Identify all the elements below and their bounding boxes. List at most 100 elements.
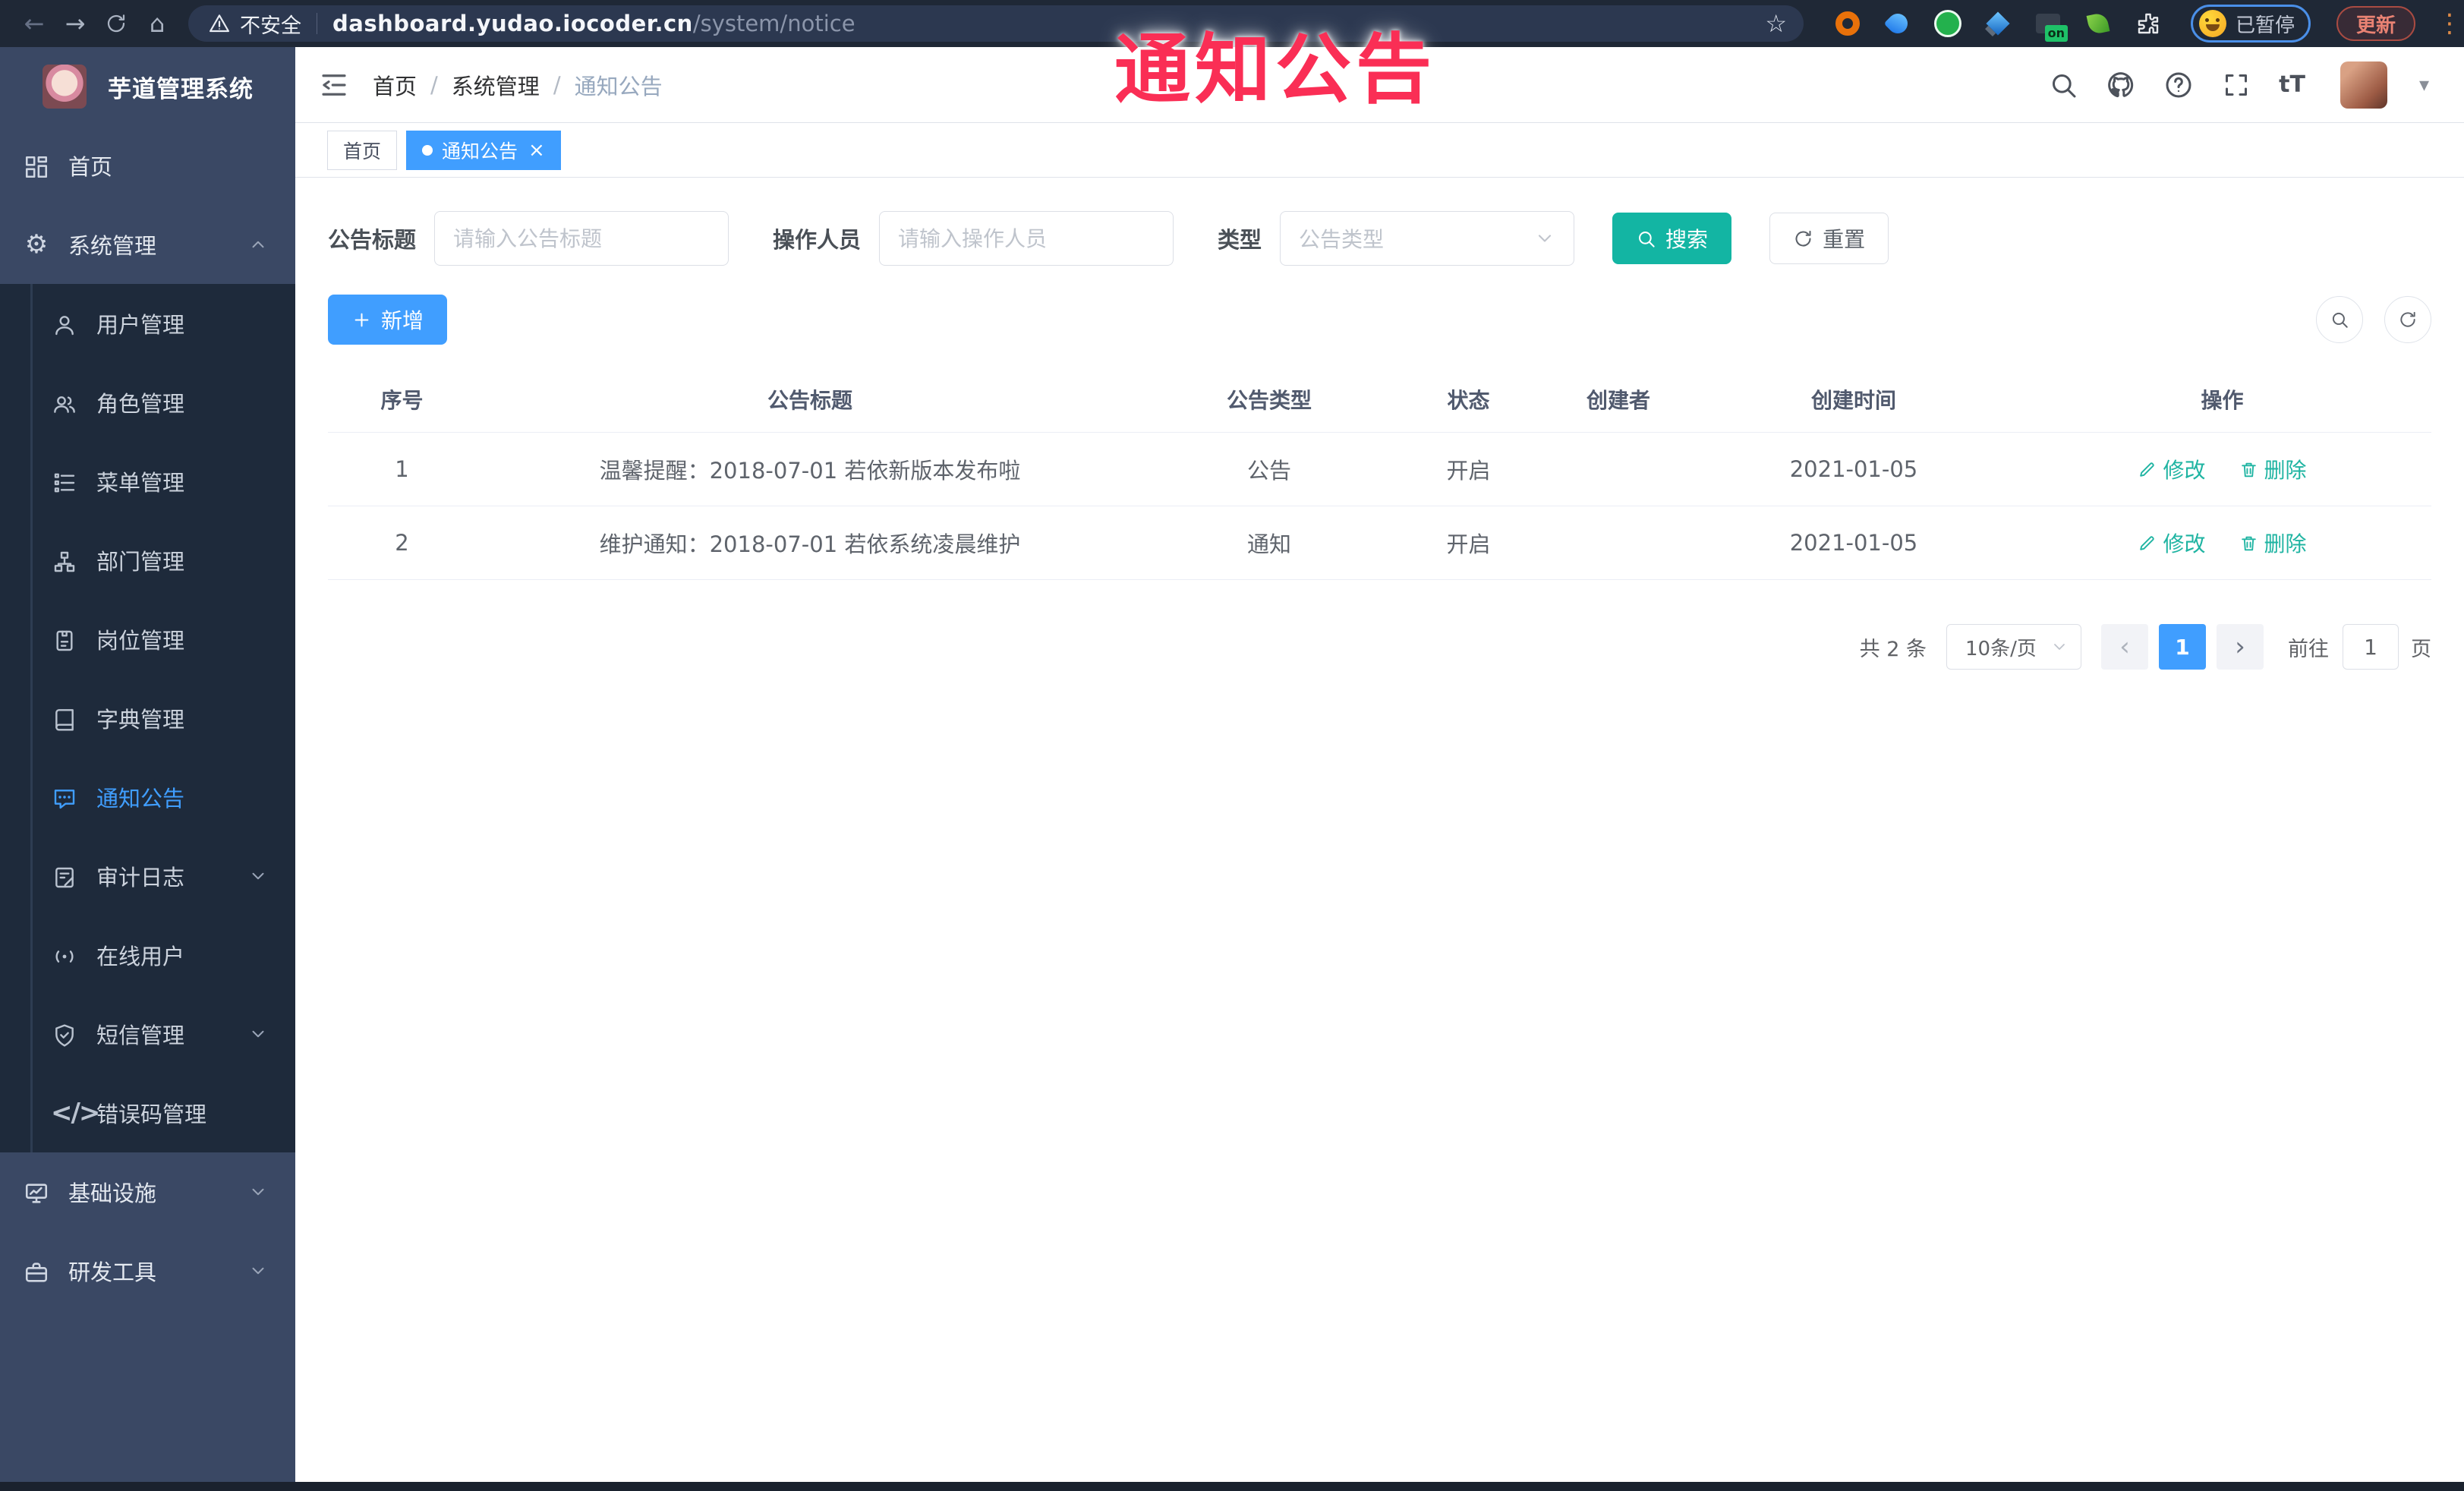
window-bottom-edge <box>0 1482 2464 1491</box>
sidebar-item-depts[interactable]: 部门管理 <box>0 521 295 600</box>
main-area: 首页 / 系统管理 / 通知公告 tT ▾ 首页 通知公告 × 公告标题 请输入… <box>295 47 2464 1482</box>
page-unit-label: 页 <box>2411 637 2431 661</box>
edit-link[interactable]: 修改 <box>2138 528 2206 558</box>
search-button-label: 搜索 <box>1665 227 1709 252</box>
tab-home[interactable]: 首页 <box>327 130 398 170</box>
add-button[interactable]: 新增 <box>328 295 448 345</box>
browser-forward-icon[interactable]: → <box>58 6 93 41</box>
font-size-icon[interactable]: tT <box>2279 71 2305 98</box>
type-filter-select[interactable]: 公告类型 <box>1280 211 1575 266</box>
extension-switch-icon[interactable]: on <box>2033 8 2068 42</box>
browser-update-button[interactable]: 更新 <box>2336 6 2416 41</box>
help-icon[interactable] <box>2163 70 2194 100</box>
address-bar[interactable]: 不安全 dashboard.yudao.iocoder.cn/system/no… <box>188 5 1804 42</box>
title-filter-label: 公告标题 <box>328 227 417 253</box>
extension-drop-icon[interactable] <box>1883 8 1913 39</box>
sidebar-item-online-users[interactable]: 在线用户 <box>0 916 295 995</box>
browser-profile-chip[interactable]: 已暂停 <box>2191 5 2311 43</box>
sidebar-item-sms[interactable]: 短信管理 <box>0 995 295 1073</box>
cell-title: 温馨提醒：2018-07-01 若依新版本发布啦 <box>599 458 1021 484</box>
sidebar-item-home[interactable]: 首页 <box>0 126 295 205</box>
breadcrumb-home[interactable]: 首页 <box>373 69 417 101</box>
online-radar-icon <box>51 941 78 969</box>
sidebar-item-system[interactable]: ⚙ 系统管理 <box>0 205 295 284</box>
operator-filter-input[interactable] <box>879 211 1174 266</box>
sidebar-item-dict[interactable]: 字典管理 <box>0 679 295 758</box>
github-icon[interactable] <box>2106 70 2136 100</box>
sidebar-fold-icon[interactable] <box>318 69 350 101</box>
toggle-search-button[interactable] <box>2316 296 2363 343</box>
col-header: 操作 <box>2201 387 2244 413</box>
pagination-total: 共 2 条 <box>1859 637 1927 661</box>
sidebar-item-menus[interactable]: 菜单管理 <box>0 442 295 521</box>
current-page-button[interactable]: 1 <box>2159 624 2206 670</box>
search-button[interactable]: 搜索 <box>1612 213 1732 264</box>
sidebar-item-dev-tools[interactable]: 研发工具 <box>0 1231 295 1310</box>
next-page-button[interactable]: › <box>2217 624 2264 670</box>
cell-created: 2021-01-05 <box>1789 456 1918 482</box>
url-host: dashboard.yudao.iocoder.cn <box>332 11 693 36</box>
caret-down-icon[interactable]: ▾ <box>2419 74 2429 96</box>
col-header: 序号 <box>380 387 424 413</box>
trash-icon <box>2241 462 2256 477</box>
extensions-puzzle-icon[interactable] <box>2133 8 2163 39</box>
toolbox-icon <box>23 1257 50 1285</box>
table-row: 1 温馨提醒：2018-07-01 若依新版本发布啦 公告 开启 2021-01… <box>328 433 2431 506</box>
browser-home-icon[interactable]: ⌂ <box>140 6 175 41</box>
sidebar-item-audit-log[interactable]: 审计日志 <box>0 837 295 916</box>
sidebar-item-label: 研发工具 <box>68 1259 157 1285</box>
close-icon[interactable]: × <box>528 140 545 160</box>
sidebar-item-infrastructure[interactable]: 基础设施 <box>0 1152 295 1231</box>
cell-type: 公告 <box>1246 458 1291 484</box>
sidebar-item-label: 在线用户 <box>96 944 185 969</box>
pagination: 共 2 条 10条/页 ‹ 1 › 前往 页 <box>328 624 2431 670</box>
col-header: 公告类型 <box>1226 387 1312 413</box>
sidebar-item-label: 审计日志 <box>96 865 185 891</box>
search-icon[interactable] <box>2048 70 2078 100</box>
edit-link[interactable]: 修改 <box>2138 454 2206 484</box>
search-icon <box>2332 312 2348 328</box>
dict-book-icon <box>51 705 78 732</box>
page-size-select[interactable]: 10条/页 <box>1946 624 2081 670</box>
delete-link[interactable]: 删除 <box>2239 528 2307 558</box>
bookmark-star-icon[interactable]: ☆ <box>1765 9 1787 38</box>
breadcrumb-separator: / <box>430 71 438 98</box>
user-avatar[interactable] <box>2340 61 2387 109</box>
profile-emoji-icon <box>2199 10 2226 37</box>
profile-status-label: 已暂停 <box>2236 14 2295 37</box>
submenu-indent-line <box>30 284 33 1152</box>
title-filter-input[interactable] <box>434 211 729 266</box>
prev-page-button[interactable]: ‹ <box>2101 624 2148 670</box>
breadcrumb-system[interactable]: 系统管理 <box>452 69 540 101</box>
extension-orange-icon[interactable] <box>1832 8 1863 39</box>
tab-notice[interactable]: 通知公告 × <box>406 130 561 170</box>
delete-link-label: 删除 <box>2264 531 2307 556</box>
delete-link[interactable]: 删除 <box>2239 454 2307 484</box>
breadcrumb: 首页 / 系统管理 / 通知公告 <box>373 69 663 101</box>
message-icon <box>51 783 78 811</box>
refresh-table-button[interactable] <box>2384 296 2431 343</box>
reset-button[interactable]: 重置 <box>1769 213 1889 264</box>
chevron-down-icon <box>252 1188 264 1196</box>
fullscreen-icon[interactable] <box>2221 70 2251 100</box>
table-row: 2 维护通知：2018-07-01 若依系统凌晨维护 通知 开启 2021-01… <box>328 506 2431 580</box>
app-logo-bar[interactable]: 芋道管理系统 <box>0 47 295 126</box>
sidebar-item-roles[interactable]: 角色管理 <box>0 363 295 442</box>
browser-reload-icon[interactable] <box>99 6 134 41</box>
sidebar: 芋道管理系统 首页 ⚙ 系统管理 用户管理 角色管理 菜单管理 部门管理 岗位管… <box>0 47 295 1482</box>
sidebar-item-error-codes[interactable]: </> 错误码管理 <box>0 1073 295 1152</box>
browser-menu-kebab-icon[interactable]: ⋮ <box>2437 8 2462 39</box>
badge-icon <box>51 626 78 653</box>
goto-page-input[interactable] <box>2343 624 2399 670</box>
extension-leaf-icon[interactable] <box>2083 8 2113 39</box>
cell-no: 2 <box>395 530 409 556</box>
browser-back-icon[interactable]: ← <box>17 6 52 41</box>
sidebar-item-posts[interactable]: 岗位管理 <box>0 600 295 679</box>
extension-diamond-icon[interactable] <box>1983 8 2013 39</box>
cell-created: 2021-01-05 <box>1789 530 1918 556</box>
type-filter-label: 类型 <box>1218 227 1262 253</box>
sidebar-item-users[interactable]: 用户管理 <box>0 284 295 363</box>
filter-form: 公告标题 操作人员 类型 公告类型 搜索 重 <box>328 211 2431 266</box>
sidebar-item-notice[interactable]: 通知公告 <box>0 758 295 837</box>
extension-green-icon[interactable] <box>1933 8 1963 39</box>
